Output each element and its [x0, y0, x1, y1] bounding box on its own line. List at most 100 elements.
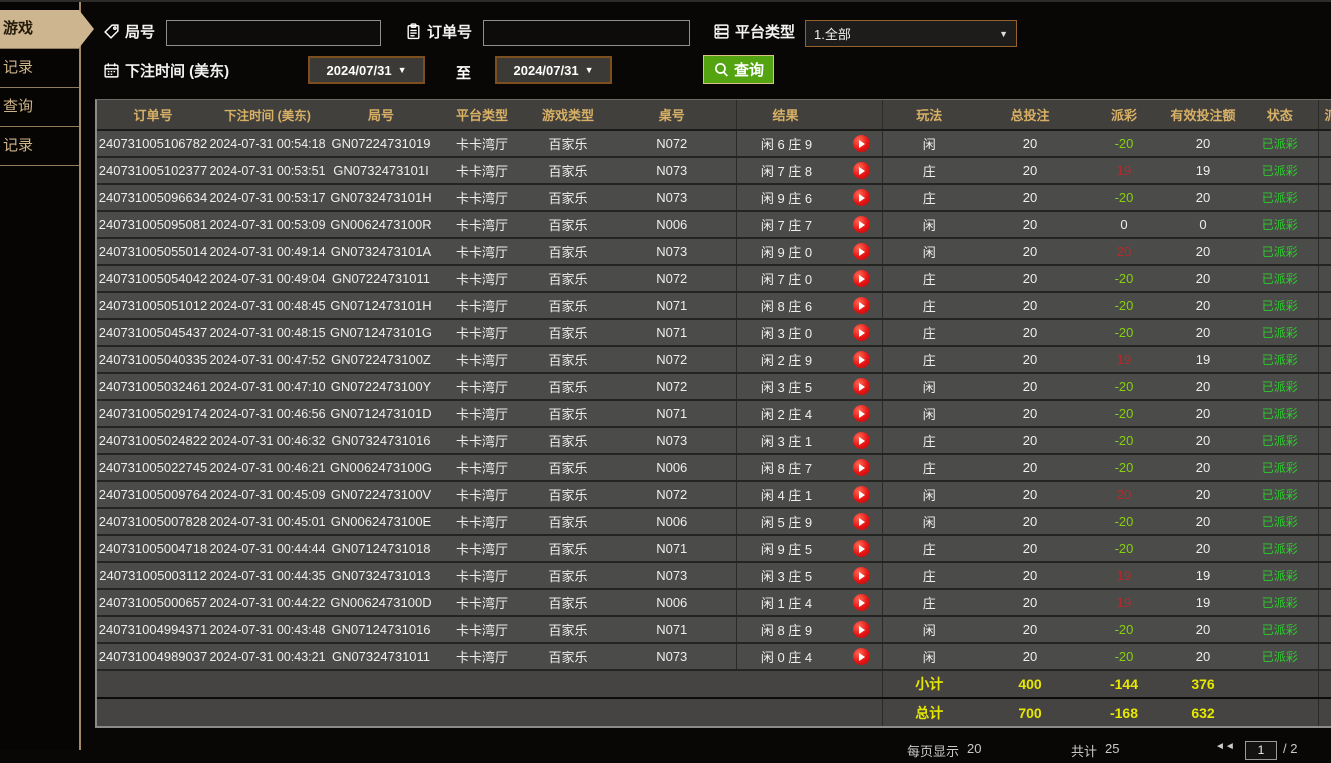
cell-bet-time: 2024-07-31 00:53:09	[209, 211, 326, 239]
filter-bar: 局号 订单号 平台类型 1.全部 ▼ 下注时间 (美东) 2024/07/31 …	[83, 2, 1331, 97]
table-row[interactable]: 240731005106782 2024-07-31 00:54:18 GN07…	[97, 130, 1331, 158]
search-button[interactable]: 查询	[703, 55, 775, 84]
replay-button[interactable]	[852, 270, 870, 287]
table-row[interactable]: 240731005095081 2024-07-31 00:53:09 GN00…	[97, 211, 1331, 239]
table-row[interactable]: 240731005003112 2024-07-31 00:44:35 GN07…	[97, 562, 1331, 590]
cell-table-no: N006	[608, 454, 736, 482]
date-from-picker[interactable]: 2024/07/31 ▼	[308, 56, 425, 84]
cell-status: 已派彩	[1242, 535, 1318, 563]
cell-payout: -20	[1084, 400, 1164, 428]
cell-game-no: GN0062473100E	[326, 508, 436, 536]
replay-button[interactable]	[852, 324, 870, 341]
table-row[interactable]: 240731005054042 2024-07-31 00:49:04 GN07…	[97, 265, 1331, 293]
date-to-picker[interactable]: 2024/07/31 ▼	[495, 56, 612, 84]
table-row[interactable]: 240731005045437 2024-07-31 00:48:15 GN07…	[97, 319, 1331, 347]
replay-button[interactable]	[852, 513, 870, 530]
cell-table-no: N073	[608, 238, 736, 266]
cell-total-bet: 20	[976, 373, 1084, 401]
cell-game-type: 百家乐	[528, 265, 608, 293]
cell-extra	[1317, 130, 1331, 158]
table-row[interactable]: 240731005022745 2024-07-31 00:46:21 GN00…	[97, 454, 1331, 482]
replay-button[interactable]	[852, 405, 870, 422]
cell-result: 闲 8 庄 9	[735, 616, 882, 644]
prev-page-icon[interactable]: ◄◄	[1215, 741, 1235, 752]
table-row[interactable]: 240731005024822 2024-07-31 00:46:32 GN07…	[97, 427, 1331, 455]
replay-button[interactable]	[852, 351, 870, 368]
cell-bet-time: 2024-07-31 00:44:35	[209, 562, 326, 590]
replay-button[interactable]	[852, 135, 870, 152]
table-row[interactable]: 240731005040335 2024-07-31 00:47:52 GN07…	[97, 346, 1331, 374]
cell-extra	[1317, 265, 1331, 293]
cell-payout: -20	[1084, 535, 1164, 563]
sidebar-item-games[interactable]: 游戏	[0, 10, 94, 48]
cell-payout: -20	[1084, 454, 1164, 482]
cell-play: 闲	[881, 400, 976, 428]
cell-bet-time: 2024-07-31 00:43:21	[209, 643, 326, 671]
cell-valid-bet: 20	[1164, 535, 1242, 563]
result-text: 闲 9 庄 0	[760, 245, 813, 260]
chevron-down-icon: ▼	[999, 28, 1008, 39]
cell-game-no: GN0062473100R	[326, 211, 436, 239]
cell-game-type: 百家乐	[528, 373, 608, 401]
cell-payout: -20	[1084, 130, 1164, 158]
sidebar-item-records-2[interactable]: 记录	[0, 126, 79, 166]
cell-valid-bet: 19	[1164, 589, 1242, 617]
result-text: 闲 2 庄 9	[760, 353, 813, 368]
cell-valid-bet: 20	[1164, 508, 1242, 536]
cell-extra	[1317, 400, 1331, 428]
table-header-row: 订单号 下注时间 (美东) 局号 平台类型 游戏类型 桌号 结果 玩法 总投注 …	[97, 100, 1331, 131]
sidebar-item-records[interactable]: 记录	[0, 48, 79, 87]
replay-button[interactable]	[852, 189, 870, 206]
replay-button[interactable]	[852, 297, 870, 314]
replay-button[interactable]	[852, 540, 870, 557]
order-no-input[interactable]	[483, 20, 690, 46]
table-row[interactable]: 240731005096634 2024-07-31 00:53:17 GN07…	[97, 184, 1331, 212]
table-row[interactable]: 240731005009764 2024-07-31 00:45:09 GN07…	[97, 481, 1331, 509]
sidebar-item-query[interactable]: 查询	[0, 87, 79, 126]
cell-game-type: 百家乐	[528, 616, 608, 644]
table-row[interactable]: 240731005004718 2024-07-31 00:44:44 GN07…	[97, 535, 1331, 563]
game-no-input[interactable]	[166, 20, 381, 46]
table-row[interactable]: 240731005051012 2024-07-31 00:48:45 GN07…	[97, 292, 1331, 320]
col-play: 玩法	[881, 100, 976, 131]
table-row[interactable]: 240731005029174 2024-07-31 00:46:56 GN07…	[97, 400, 1331, 428]
cell-valid-bet: 20	[1164, 400, 1242, 428]
table-row[interactable]: 240731005102377 2024-07-31 00:53:51 GN07…	[97, 157, 1331, 185]
result-text: 闲 2 庄 4	[760, 407, 813, 422]
cell-play: 庄	[881, 427, 976, 455]
table-row[interactable]: 240731005000657 2024-07-31 00:44:22 GN00…	[97, 589, 1331, 617]
cell-bet-time: 2024-07-31 00:48:15	[209, 319, 326, 347]
replay-button[interactable]	[852, 621, 870, 638]
replay-button[interactable]	[852, 567, 870, 584]
play-icon	[859, 328, 865, 337]
replay-button[interactable]	[852, 594, 870, 611]
cell-play: 庄	[881, 292, 976, 320]
col-total-bet: 总投注	[976, 100, 1084, 131]
cell-order-id: 240731005000657	[97, 589, 209, 617]
cell-game-no: GN0732473101A	[326, 238, 436, 266]
replay-button[interactable]	[852, 378, 870, 395]
cell-platform: 卡卡湾厅	[436, 454, 528, 482]
table-row[interactable]: 240731005007828 2024-07-31 00:45:01 GN00…	[97, 508, 1331, 536]
replay-button[interactable]	[852, 432, 870, 449]
cell-result: 闲 5 庄 9	[735, 508, 882, 536]
cell-platform: 卡卡湾厅	[436, 616, 528, 644]
table-row[interactable]: 240731004994371 2024-07-31 00:43:48 GN07…	[97, 616, 1331, 644]
cell-bet-time: 2024-07-31 00:54:18	[209, 130, 326, 158]
page-number-input[interactable]: 1	[1245, 741, 1277, 760]
replay-button[interactable]	[852, 216, 870, 233]
cell-game-no: GN07124731018	[326, 535, 436, 563]
replay-button[interactable]	[852, 648, 870, 665]
replay-button[interactable]	[852, 243, 870, 260]
cell-valid-bet: 20	[1164, 427, 1242, 455]
cell-platform: 卡卡湾厅	[436, 238, 528, 266]
cell-total-bet: 20	[976, 184, 1084, 212]
replay-button[interactable]	[852, 459, 870, 476]
table-row[interactable]: 240731004989037 2024-07-31 00:43:21 GN07…	[97, 643, 1331, 671]
replay-button[interactable]	[852, 486, 870, 503]
table-row[interactable]: 240731005055014 2024-07-31 00:49:14 GN07…	[97, 238, 1331, 266]
cell-game-type: 百家乐	[528, 346, 608, 374]
table-row[interactable]: 240731005032461 2024-07-31 00:47:10 GN07…	[97, 373, 1331, 401]
platform-select[interactable]: 1.全部 ▼	[805, 20, 1017, 47]
replay-button[interactable]	[852, 162, 870, 179]
